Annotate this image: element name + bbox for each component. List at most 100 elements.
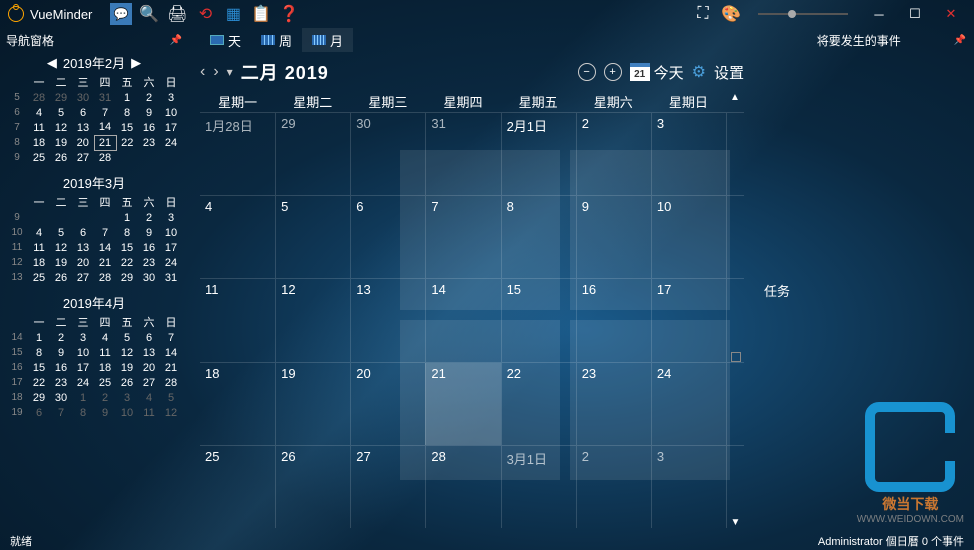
mini-prev-icon[interactable]: ◀ xyxy=(47,55,57,71)
mini-day[interactable]: 7 xyxy=(160,330,182,345)
mini-day[interactable]: 29 xyxy=(50,90,72,105)
minimize-button[interactable]: ─ xyxy=(864,7,894,22)
mini-day[interactable]: 26 xyxy=(50,270,72,285)
calendar-cell[interactable]: 7 xyxy=(425,196,500,278)
mini-day[interactable]: 6 xyxy=(72,105,94,120)
calendar-cell[interactable]: 23 xyxy=(576,363,651,445)
mini-day[interactable]: 4 xyxy=(138,390,160,405)
mini-day[interactable]: 10 xyxy=(72,345,94,360)
mini-day[interactable]: 17 xyxy=(72,360,94,375)
mini-day[interactable] xyxy=(28,210,50,225)
calendar-cell[interactable]: 18 xyxy=(200,363,275,445)
calendar-cell[interactable]: 20 xyxy=(350,363,425,445)
calendar-cell[interactable]: 25 xyxy=(200,446,275,528)
mini-day[interactable]: 5 xyxy=(50,105,72,120)
mini-day[interactable]: 8 xyxy=(116,225,138,240)
mini-day[interactable]: 28 xyxy=(160,375,182,390)
mini-day[interactable]: 22 xyxy=(116,255,138,270)
mini-day[interactable]: 28 xyxy=(94,270,116,285)
calendar-cell[interactable]: 4 xyxy=(200,196,275,278)
mini-day[interactable]: 9 xyxy=(50,345,72,360)
mini-day[interactable]: 27 xyxy=(72,150,94,165)
mini-day[interactable]: 28 xyxy=(28,90,50,105)
zoom-in-button[interactable]: + xyxy=(604,63,622,81)
mini-day[interactable]: 1 xyxy=(28,330,50,345)
search-icon[interactable]: 🔍 xyxy=(138,3,160,25)
mini-day[interactable]: 2 xyxy=(94,390,116,405)
mini-day[interactable]: 3 xyxy=(160,210,182,225)
mini-next-icon[interactable]: ▶ xyxy=(131,55,141,71)
calendar-cell[interactable]: 21 xyxy=(425,363,500,445)
mini-day[interactable]: 6 xyxy=(72,225,94,240)
pin-icon[interactable]: 📌 xyxy=(170,35,182,46)
settings-button[interactable]: 设置 xyxy=(714,62,744,83)
mini-day[interactable]: 16 xyxy=(138,240,160,255)
mini-day[interactable] xyxy=(72,210,94,225)
prev-month-button[interactable]: ‹ xyxy=(200,63,205,81)
calendar-cell[interactable]: 17 xyxy=(651,279,726,361)
mini-day[interactable]: 20 xyxy=(72,135,94,150)
mini-day[interactable]: 19 xyxy=(50,255,72,270)
mini-day[interactable]: 12 xyxy=(50,120,72,135)
opacity-slider[interactable] xyxy=(758,13,848,15)
mini-day[interactable]: 4 xyxy=(94,330,116,345)
mini-day[interactable]: 3 xyxy=(160,90,182,105)
mini-day[interactable]: 17 xyxy=(160,120,182,135)
color-icon[interactable]: 🎨 xyxy=(720,3,742,25)
tab-week[interactable]: 周 xyxy=(251,28,302,52)
clipboard-icon[interactable]: 📋 xyxy=(250,3,272,25)
mini-day[interactable]: 10 xyxy=(160,225,182,240)
calendar-cell[interactable]: 30 xyxy=(350,113,425,195)
mini-day[interactable]: 10 xyxy=(116,405,138,420)
tab-month[interactable]: 月 xyxy=(302,28,353,52)
mini-day[interactable]: 29 xyxy=(28,390,50,405)
mini-day[interactable]: 27 xyxy=(138,375,160,390)
mini-day[interactable] xyxy=(116,150,138,165)
help-icon[interactable]: ❓ xyxy=(278,3,300,25)
mini-day[interactable]: 19 xyxy=(116,360,138,375)
mini-day[interactable]: 1 xyxy=(116,210,138,225)
calendar-cell[interactable]: 11 xyxy=(200,279,275,361)
mini-day[interactable]: 18 xyxy=(94,360,116,375)
calendar-cell[interactable]: 2 xyxy=(576,446,651,528)
mini-day[interactable]: 11 xyxy=(138,405,160,420)
mini-day[interactable]: 13 xyxy=(72,120,94,135)
calendar-cell[interactable]: 19 xyxy=(275,363,350,445)
month-dropdown-icon[interactable]: ▾ xyxy=(227,65,233,79)
zoom-out-button[interactable]: − xyxy=(578,63,596,81)
mini-day[interactable]: 15 xyxy=(28,360,50,375)
chat-icon[interactable]: 💬 xyxy=(110,3,132,25)
mini-day[interactable]: 6 xyxy=(28,405,50,420)
crop-icon[interactable]: ⛶ xyxy=(692,3,714,25)
grid-icon[interactable]: ▦ xyxy=(222,3,244,25)
mini-day[interactable]: 16 xyxy=(138,120,160,135)
calendar-cell[interactable]: 26 xyxy=(275,446,350,528)
mini-day[interactable]: 11 xyxy=(28,240,50,255)
calendar-cell[interactable]: 16 xyxy=(576,279,651,361)
mini-day[interactable]: 28 xyxy=(94,150,116,165)
mini-day[interactable]: 14 xyxy=(94,240,116,255)
mini-day[interactable]: 2 xyxy=(50,330,72,345)
close-button[interactable]: ✕ xyxy=(936,6,966,22)
calendar-cell[interactable]: 12 xyxy=(275,279,350,361)
mini-day[interactable]: 20 xyxy=(138,360,160,375)
mini-day[interactable]: 12 xyxy=(116,345,138,360)
tab-day[interactable]: 天 xyxy=(200,28,251,52)
calendar-cell[interactable]: 10 xyxy=(651,196,726,278)
mini-day[interactable]: 13 xyxy=(138,345,160,360)
mini-day[interactable]: 2 xyxy=(138,210,160,225)
mini-day[interactable]: 9 xyxy=(138,225,160,240)
calendar-cell[interactable]: 1月28日 xyxy=(200,113,275,195)
mini-day[interactable]: 23 xyxy=(138,255,160,270)
mini-day[interactable]: 7 xyxy=(94,105,116,120)
mini-day[interactable]: 11 xyxy=(28,120,50,135)
mini-day[interactable]: 23 xyxy=(50,375,72,390)
week-marker-icon[interactable] xyxy=(731,352,741,362)
mini-day[interactable]: 4 xyxy=(28,225,50,240)
mini-day[interactable]: 24 xyxy=(160,255,182,270)
mini-day[interactable]: 14 xyxy=(160,345,182,360)
calendar-cell[interactable]: 27 xyxy=(350,446,425,528)
calendar-cell[interactable]: 6 xyxy=(350,196,425,278)
mini-day[interactable]: 13 xyxy=(72,240,94,255)
calendar-cell[interactable]: 3 xyxy=(651,113,726,195)
